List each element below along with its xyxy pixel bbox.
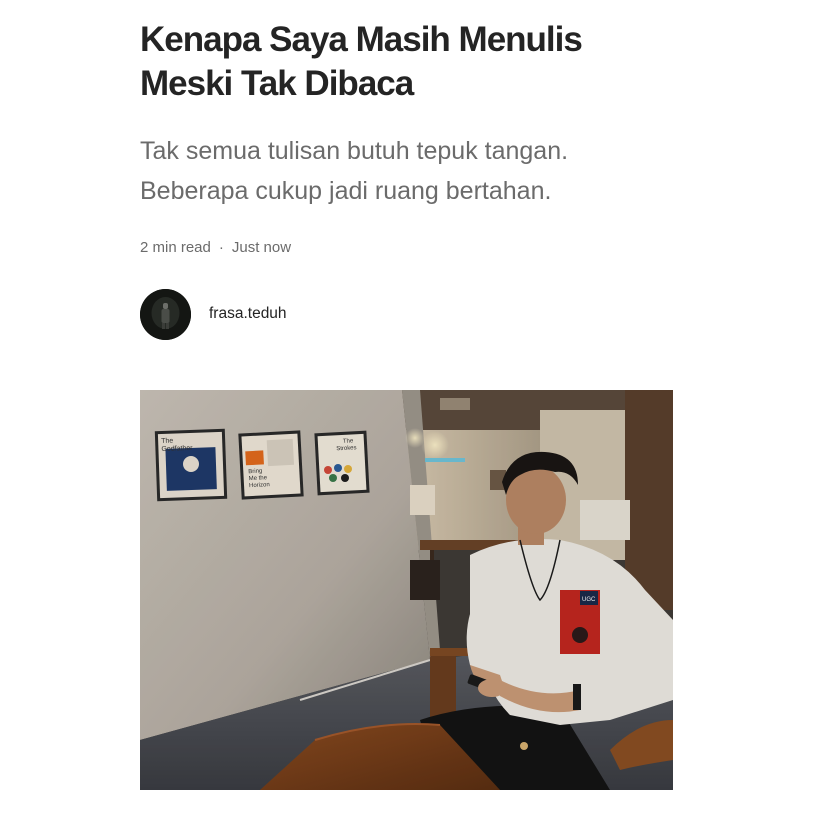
author-row[interactable]: frasa.teduh [140,288,287,340]
read-time: 2 min read [140,238,211,256]
cafe-photo: The Godfather Bring Me the Horizon The S… [140,390,673,790]
article-subtitle: Tak semua tulisan butuh tepuk tangan. Be… [140,137,569,205]
article-meta: 2 min read · Just now [140,236,291,258]
author-avatar[interactable] [140,288,191,340]
article-title: Kenapa Saya Masih Menulis Meski Tak Diba… [140,20,583,103]
user-avatar-icon [140,288,191,340]
hero-image: The Godfather Bring Me the Horizon The S… [140,390,673,790]
publish-time: Just now [231,238,292,256]
meta-separator: · [218,238,224,256]
author-name[interactable]: frasa.teduh [209,305,287,323]
